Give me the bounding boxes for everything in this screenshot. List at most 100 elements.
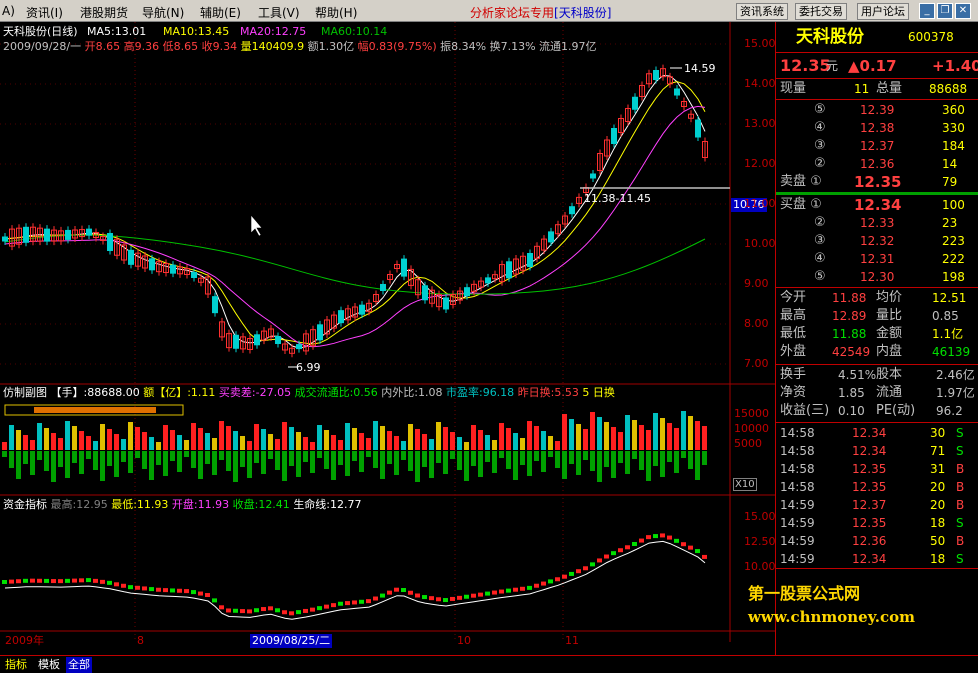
fund-bar [2,580,7,584]
volume-bar [611,427,616,450]
low-price-label: 6.99 [296,361,321,374]
volume-bar [30,440,35,450]
volume-y-tick: 10000 [734,422,769,435]
chart-area[interactable]: 天科股份(日线) MA5:13.01 MA10:13.45 MA20:12.75… [0,22,776,655]
volume-bar-down [303,451,308,462]
volume-bar [464,442,469,450]
buy-level-row: ② 12.33 23 [814,215,958,230]
fund-bar [702,554,707,559]
volume-bar-down [534,451,539,461]
volume-bar-down [156,451,161,465]
fund-bar [72,578,77,583]
news-system-button[interactable]: 资讯系统 [736,3,788,20]
volume-bar-down [576,451,581,475]
volume-bar [513,433,518,450]
fund-bar [79,578,84,583]
volume-bar-down [79,451,84,474]
restore-icon[interactable]: ❐ [937,3,953,19]
volume-bar [618,432,623,450]
volume-bar [436,422,441,450]
volume-bar-down [688,451,693,469]
menu-item-help[interactable]: 帮助(H) [315,4,357,21]
volume-y-tick: 15000 [734,407,769,420]
volume-bar [72,426,77,450]
candle-body [128,249,134,265]
candle-body [653,70,659,80]
fund-bar [394,587,399,592]
tick-row: 14:58 12.34 30 S [780,426,964,440]
tick-row: 14:59 12.34 18 S [780,552,964,566]
volume-bar [562,414,567,450]
fund-bar [415,593,420,598]
volume-bar [674,428,679,450]
menu-item-tools[interactable]: 工具(V) [258,4,300,21]
menu-item-news[interactable]: 资讯(I) [26,4,63,21]
fund-bar [205,593,210,598]
volume-bar [191,423,196,450]
kline-chart[interactable] [0,22,775,655]
tab-all[interactable]: 全部 [66,657,92,673]
stat-row: 收益(三) 0.10 PE(动) 96.2 [780,403,963,418]
volume-bar-down [198,451,203,479]
menu-item-nav[interactable]: 导航(N) [142,4,184,21]
volume-bar-down [282,451,287,481]
volume-bar-down [506,451,511,469]
volume-bar [16,430,21,450]
date-selected: 2009/08/25/二 [250,634,333,648]
volume-bar [268,434,273,450]
tab-indicators[interactable]: 指标 [3,657,29,673]
trade-button[interactable]: 委托交易 [795,3,847,20]
fund-bar [261,607,266,612]
menu-bar: A) 资讯(I) 港股期货 导航(N) 辅助(E) 工具(V) 帮助(H) 分析… [0,0,978,22]
stat-row: 最高 12.89 量比 0.85 [780,308,959,323]
fund-bar [114,582,119,587]
volume-bar [471,425,476,450]
close-icon[interactable]: ✕ [955,3,971,19]
volume-bar-down [548,451,553,457]
ma10-label: MA10:13.45 [163,25,230,38]
volume-bar-down [422,451,427,467]
fund-bar [688,545,693,550]
ad-box: 第一股票公式网 www.chnmoney.com [748,570,978,655]
volume-bar-down [653,451,658,466]
fund-bar [254,608,259,613]
menu-item-hk-futures[interactable]: 港股期货 [80,4,128,21]
volume-bar [261,429,266,450]
volume-bar-down [436,451,441,463]
volume-bar [51,433,56,450]
quote-panel: 天科股份 600378 12.35 元 ▲0.17 +1.40 现量 11 总量… [748,22,978,655]
candle-body [590,173,596,179]
fund-bar [352,600,357,605]
volume-bar-down [93,451,98,470]
volume-bar-down [310,451,315,473]
fund-bar [212,598,217,603]
candle-body [170,264,176,274]
minimize-icon[interactable]: _ [919,3,935,19]
volume-bar-down [555,451,560,468]
fund-bar [107,580,112,585]
stat-row: 今开 11.88 均价 12.51 [780,290,967,305]
fund-bar [478,592,483,597]
tab-templates[interactable]: 模板 [36,657,62,673]
volume-bar-down [569,451,574,464]
fund-bar [569,571,574,576]
fund-bar [338,601,343,606]
menu-item-assist[interactable]: 辅助(E) [200,4,241,21]
fund-bar [275,608,280,613]
fund-bar [184,589,189,594]
fund-bar [632,541,637,546]
menu-item-a[interactable]: A) [2,4,15,18]
tick-row: 14:58 12.34 71 S [780,444,964,458]
candle-body [254,334,260,346]
volume-bar [2,442,7,450]
forum-button[interactable]: 用户论坛 [857,3,909,20]
fund-bar [576,569,581,574]
fund-bar [625,545,630,550]
volume-bar-down [429,451,434,478]
volume-bar-down [499,451,504,458]
volume-bar-down [387,451,392,464]
volume-bar [240,436,245,450]
candle-body [569,206,575,215]
volume-bar-down [72,451,77,463]
date-10: 10 [457,634,471,647]
